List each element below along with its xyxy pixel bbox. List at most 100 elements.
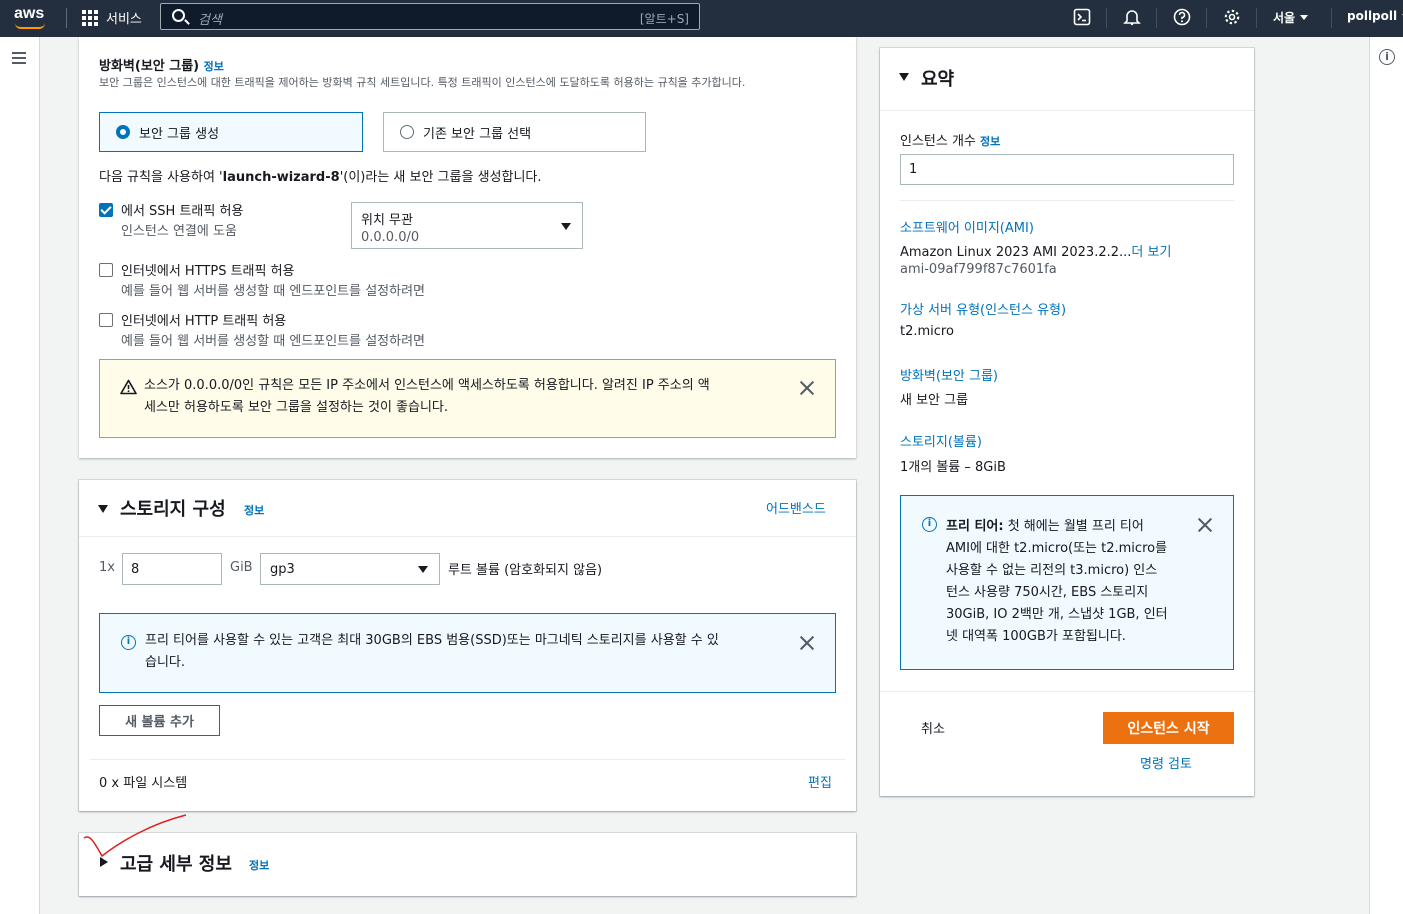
warning-text-line1: 소스가 0.0.0.0/0인 규칙은 모든 IP 주소에서 인스턴스에 액세스하… (144, 378, 710, 393)
close-icon[interactable] (799, 380, 815, 396)
ami-value-row: Amazon Linux 2023 AMI 2023.2.2...더 보기 (900, 241, 1171, 260)
volume-count: 1x (99, 560, 115, 575)
http-sublabel: 예를 들어 웹 서버를 생성할 때 엔드포인트를 설정하려면 (121, 334, 426, 349)
edit-file-system-link[interactable]: 편집 (808, 772, 832, 791)
add-volume-button[interactable]: 새 볼륨 추가 (99, 705, 220, 736)
storage-info-link[interactable]: 정보 (244, 502, 264, 518)
instance-type-link[interactable]: 가상 서버 유형(인스턴스 유형) (900, 299, 1066, 318)
menu-icon[interactable] (12, 52, 26, 67)
http-label: 인터넷에서 HTTP 트래픽 허용 (121, 314, 287, 329)
nav-divider (66, 8, 67, 28)
services-label: 서비스 (106, 12, 142, 27)
services-menu-button[interactable]: 서비스 (82, 8, 142, 27)
divider (880, 691, 1254, 692)
collapse-caret-icon[interactable] (98, 505, 108, 513)
close-icon[interactable] (799, 635, 815, 651)
account-menu[interactable]: pollpoll (1347, 9, 1403, 23)
http-checkbox[interactable] (99, 313, 113, 327)
summary-free-tier-alert: i 프리 티어: 첫 해에는 월별 프리 티어 AMI에 대한 t2.micro… (900, 495, 1234, 670)
security-group-name: launch-wizard-8 (222, 170, 340, 185)
file-system-count: 0 x 파일 시스템 (99, 776, 188, 791)
nav-divider (1206, 8, 1207, 28)
divider (90, 759, 845, 760)
ssh-label: 에서 SSH 트래픽 허용 (121, 204, 244, 219)
chevron-down-icon (1300, 15, 1309, 20)
free-tier-text-line1: 프리 티어를 사용할 수 있는 고객은 최대 30GB의 EBS 범용(SSD)… (145, 633, 719, 648)
nav-divider (1331, 8, 1332, 28)
cloudshell-icon[interactable] (1072, 7, 1092, 27)
red-annotation-mark (83, 814, 187, 858)
info-panel-icon[interactable]: i (1379, 49, 1395, 65)
instance-count-input[interactable]: 1 (900, 154, 1234, 185)
top-navigation: aws 서비스 검색 [알트+S] 서울 pollpoll (0, 0, 1403, 37)
instance-count-label-row: 인스턴스 개수 정보 (900, 130, 1000, 149)
search-icon (172, 9, 185, 22)
firewall-title: 방화벽(보안 그룹) (99, 59, 200, 74)
ssh-checkbox[interactable] (99, 203, 113, 217)
launch-instance-button[interactable]: 인스턴스 시작 (1103, 712, 1234, 744)
ssh-source-select[interactable]: 위치 무관 0.0.0.0/0 (351, 202, 583, 249)
instance-count-info-link[interactable]: 정보 (980, 135, 1000, 148)
right-rail: i (1369, 37, 1403, 914)
firewall-value: 새 보안 그룹 (900, 393, 969, 408)
storage-panel: 스토리지 구성 정보 어드밴스드 1x 8 GiB gp3 루트 볼륨 (암호화… (79, 480, 856, 811)
ami-more-link[interactable]: 더 보기 (1131, 245, 1171, 260)
divider (79, 536, 856, 537)
review-commands-link[interactable]: 명령 검토 (1140, 753, 1192, 772)
volume-type-select[interactable]: gp3 (260, 553, 440, 585)
existing-security-group-label: 기존 보안 그룹 선택 (423, 126, 532, 142)
radio-selected[interactable] (116, 125, 130, 139)
summary-panel: 요약 인스턴스 개수 정보 1 소프트웨어 이미지(AMI) Amazon Li… (880, 48, 1254, 796)
left-rail (0, 37, 40, 914)
chevron-down-icon (561, 223, 571, 230)
ami-value: Amazon Linux 2023 AMI 2023.2.2... (900, 245, 1132, 260)
storage-title: 스토리지 구성 (120, 499, 226, 520)
https-sublabel: 예를 들어 웹 서버를 생성할 때 엔드포인트를 설정하려면 (121, 284, 426, 299)
root-volume-label: 루트 볼륨 (암호화되지 않음) (448, 563, 603, 578)
ssh-sublabel: 인스턴스 연결에 도움 (121, 224, 237, 239)
notification-bell-icon[interactable] (1122, 7, 1142, 27)
firewall-link[interactable]: 방화벽(보안 그룹) (900, 365, 998, 384)
help-icon[interactable] (1172, 7, 1192, 27)
advanced-link[interactable]: 어드밴스드 (766, 498, 826, 517)
firewall-panel: 방화벽(보안 그룹) 정보 보안 그룹은 인스턴스에 대한 트래픽을 제어하는 … (79, 37, 856, 458)
collapse-caret-icon[interactable] (899, 73, 909, 81)
nav-divider (1106, 8, 1107, 28)
search-input[interactable]: 검색 [알트+S] (160, 3, 700, 30)
firewall-info-link[interactable]: 정보 (204, 60, 224, 73)
ssh-source-value: 위치 무관 (361, 213, 413, 228)
https-label: 인터넷에서 HTTPS 트래픽 허용 (121, 264, 295, 279)
free-tier-info-alert: i 프리 티어를 사용할 수 있는 고객은 최대 30GB의 EBS 범용(SS… (99, 613, 836, 693)
create-security-group-option[interactable]: 보안 그룹 생성 (99, 112, 363, 152)
ami-id: ami-09af799f87c7601fa (900, 262, 1057, 277)
chevron-down-icon (418, 566, 428, 573)
nav-divider (1256, 8, 1257, 28)
storage-link[interactable]: 스토리지(볼륨) (900, 431, 982, 450)
search-placeholder: 검색 (198, 13, 222, 28)
warning-text-line2: 세스만 허용하도록 보안 그룹을 설정하는 것이 좋습니다. (144, 400, 449, 415)
aws-logo[interactable]: aws (14, 5, 45, 29)
info-icon: i (121, 635, 136, 650)
volume-type-value: gp3 (270, 562, 295, 577)
advanced-details-panel[interactable]: 고급 세부 정보 정보 (79, 833, 856, 896)
volume-unit: GiB (230, 560, 253, 575)
summary-title: 요약 (921, 69, 955, 90)
advanced-info-link[interactable]: 정보 (249, 857, 269, 873)
close-icon[interactable] (1197, 517, 1213, 533)
info-icon: i (922, 517, 937, 532)
settings-gear-icon[interactable] (1222, 7, 1242, 27)
firewall-description: 보안 그룹은 인스턴스에 대한 트래픽을 제어하는 방화벽 규칙 세트입니다. … (99, 76, 746, 89)
radio-unselected[interactable] (400, 125, 414, 139)
divider (900, 200, 1234, 201)
volume-size-input[interactable]: 8 (122, 553, 222, 585)
region-selector[interactable]: 서울 (1273, 9, 1309, 26)
search-shortcut: [알트+S] (639, 12, 689, 26)
grid-icon (82, 9, 98, 26)
https-checkbox[interactable] (99, 263, 113, 277)
nav-divider (1156, 8, 1157, 28)
instance-type-value: t2.micro (900, 324, 954, 339)
warning-alert: 소스가 0.0.0.0/0인 규칙은 모든 IP 주소에서 인스턴스에 액세스하… (99, 359, 836, 438)
cancel-button[interactable]: 취소 (921, 718, 945, 737)
existing-security-group-option[interactable]: 기존 보안 그룹 선택 (383, 112, 646, 152)
ami-link[interactable]: 소프트웨어 이미지(AMI) (900, 217, 1034, 236)
